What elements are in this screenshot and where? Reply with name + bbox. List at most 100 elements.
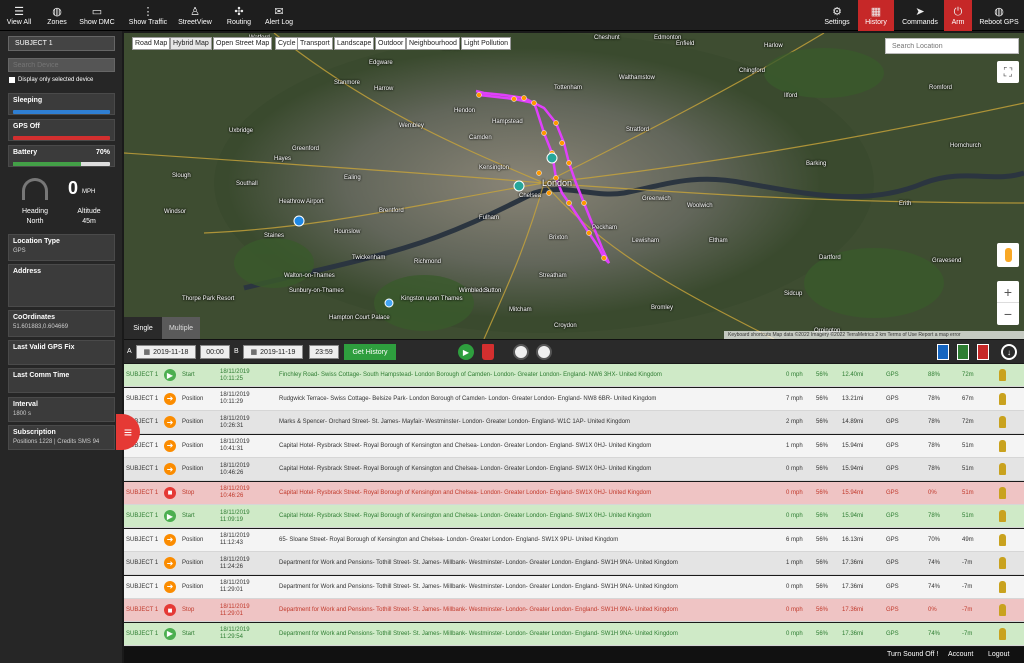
map-type-neighbourhood[interactable]: Neighbourhood <box>406 37 460 50</box>
history-table: ▶ SUBJECT 1 Start 18/11/2019 10:11:25 Finchl… <box>124 364 1024 647</box>
stop-event-icon: ■ <box>164 486 176 499</box>
subject-cell: SUBJECT 1 <box>126 513 159 519</box>
person-icon[interactable] <box>999 486 1006 499</box>
table-row[interactable]: ➜ SUBJECT 1 Position 18/11/2019 10:41:31 Cap… <box>124 434 1024 458</box>
person-icon[interactable] <box>999 463 1006 475</box>
account-link[interactable]: Account <box>948 651 973 658</box>
altitude-cell: 72m <box>962 419 974 425</box>
distance-cell: 17.36mi <box>842 630 864 637</box>
commands-button[interactable]: ➤ Commands <box>900 0 940 31</box>
altitude-cell: -7m <box>962 583 973 590</box>
show-dmc-button[interactable]: ▭ Show DMC <box>78 0 116 31</box>
person-icon[interactable] <box>999 416 1006 428</box>
start-date-input[interactable]: ▦ 2019-11-18 <box>136 345 196 359</box>
zoom-in-button[interactable]: + <box>997 281 1019 303</box>
person-icon[interactable] <box>999 580 1006 593</box>
battery-cell: 88% <box>928 372 941 378</box>
table-row[interactable]: ➜ SUBJECT 1 Position 18/11/2019 10:46:26 Cap… <box>124 458 1024 481</box>
map-type-light-pollution[interactable]: Light Pollution <box>461 37 511 50</box>
map-label: Greenford <box>292 146 320 152</box>
time-cell: 18/11/2019 11:09:19 <box>220 509 250 523</box>
hamburger-icon: ≡ <box>123 424 133 440</box>
zones-button[interactable]: ◍ Zones <box>44 0 70 31</box>
envelope-icon: ✉ <box>274 5 284 18</box>
play-button[interactable]: ▶ <box>458 344 474 360</box>
person-icon[interactable] <box>999 557 1006 569</box>
route-toggle-1[interactable] <box>513 344 529 360</box>
person-icon[interactable] <box>999 510 1006 522</box>
table-row[interactable]: ➜ SUBJECT 1 Position 18/11/2019 10:26:31 Mar… <box>124 411 1024 434</box>
person-icon[interactable] <box>999 533 1006 546</box>
time-cell: 18/11/2019 11:24:26 <box>220 556 250 570</box>
time-cell: 18/11/2019 11:29:54 <box>220 627 250 640</box>
event-cell: Position <box>182 560 204 566</box>
map-type-outdoor[interactable]: Outdoor <box>375 37 407 50</box>
show-traffic-button[interactable]: ⋮ Show Traffic <box>128 0 168 31</box>
map-type-landscape[interactable]: Landscape <box>334 37 375 50</box>
signal-cell: 56% <box>816 489 829 496</box>
event-cell: Position <box>182 442 204 449</box>
map-type-osm[interactable]: Open Street Map <box>213 37 273 50</box>
person-icon[interactable] <box>999 392 1006 405</box>
table-row[interactable]: ➜ SUBJECT 1 Position 18/11/2019 11:24:26 Dep… <box>124 552 1024 575</box>
tab-multiple[interactable]: Multiple <box>162 317 200 339</box>
reboot-gps-button[interactable]: ◍ Reboot GPS <box>978 0 1020 31</box>
signal-cell: 56% <box>816 395 829 402</box>
export-doc-button[interactable] <box>937 344 949 360</box>
map-type-hybrid[interactable]: Hybrid Map <box>170 37 212 50</box>
subject-select[interactable]: SUBJECT 1 <box>8 36 115 51</box>
settings-button[interactable]: ⚙ Settings <box>822 0 852 31</box>
play-icon: ▶ <box>462 347 470 357</box>
history-button[interactable]: ▦ History <box>858 0 894 31</box>
export-pdf-button[interactable] <box>977 344 989 360</box>
export-excel-button[interactable] <box>957 344 969 360</box>
calendar-icon: ▦ <box>250 349 258 356</box>
end-time-input[interactable]: 23:59 <box>309 345 339 359</box>
table-row[interactable]: ■ SUBJECT 1 Stop 18/11/2019 11:29:01 Departm… <box>124 599 1024 622</box>
fullscreen-button[interactable]: ⛶ <box>997 61 1019 83</box>
start-time-input[interactable]: 00:00 <box>200 345 230 359</box>
location-search-input[interactable] <box>885 38 1019 54</box>
route-toggle-2[interactable] <box>536 344 552 360</box>
get-history-button[interactable]: Get History <box>344 344 396 360</box>
zoom-out-button[interactable]: − <box>997 303 1019 324</box>
table-row[interactable]: ▶ SUBJECT 1 Start 18/11/2019 11:29:54 Depart… <box>124 622 1024 646</box>
person-icon[interactable] <box>999 369 1006 381</box>
map-label: Stanmore <box>334 80 361 86</box>
checkbox[interactable] <box>9 77 15 83</box>
signal-cell: 56% <box>816 607 829 613</box>
alert-log-button[interactable]: ✉ Alert Log <box>262 0 296 31</box>
map-type-transport[interactable]: Transport <box>297 37 333 50</box>
table-row[interactable]: ■ SUBJECT 1 Stop 18/11/2019 10:46:26 Capital… <box>124 481 1024 505</box>
display-only-selected[interactable]: Display only selected device <box>9 77 93 83</box>
delete-button[interactable] <box>482 344 494 360</box>
table-row[interactable]: ▶ SUBJECT 1 Start 18/11/2019 10:11:25 Finchl… <box>124 364 1024 387</box>
speed-cell: 0 mph <box>786 630 803 637</box>
altitude-cell: 72m <box>962 372 974 378</box>
download-button[interactable]: ↓ <box>1001 344 1017 360</box>
view-all-button[interactable]: ☰ View All <box>4 0 34 31</box>
map-label: Hounslow <box>334 229 361 235</box>
streetview-button[interactable]: ♙ StreetView <box>178 0 212 31</box>
table-row[interactable]: ▶ SUBJECT 1 Start 18/11/2019 11:09:19 Capita… <box>124 505 1024 528</box>
tab-single[interactable]: Single <box>124 317 162 339</box>
sound-toggle-link[interactable]: Turn Sound Off ! <box>887 651 938 658</box>
table-row[interactable]: ➜ SUBJECT 1 Position 18/11/2019 10:11:29 Rud… <box>124 387 1024 411</box>
person-icon[interactable] <box>999 604 1006 616</box>
pegman-button[interactable] <box>997 243 1019 267</box>
routing-button[interactable]: ✣ Routing <box>224 0 254 31</box>
distance-cell: 17.36mi <box>842 607 864 613</box>
map[interactable]: Edmonton Harrow Wembley Hendon Tottenham… <box>124 33 1024 339</box>
table-row[interactable]: ➜ SUBJECT 1 Position 18/11/2019 11:29:01 Dep… <box>124 575 1024 599</box>
map-type-road[interactable]: Road Map <box>132 37 171 50</box>
table-row[interactable]: ➜ SUBJECT 1 Position 18/11/2019 11:12:43 65-… <box>124 528 1024 552</box>
end-date-input[interactable]: ▦ 2019-11-19 <box>243 345 303 359</box>
map-type-cycle[interactable]: Cycle <box>275 37 299 50</box>
globe-icon: ◍ <box>994 5 1004 18</box>
logout-link[interactable]: Logout <box>988 651 1009 658</box>
person-icon[interactable] <box>999 627 1006 640</box>
device-search-input[interactable] <box>8 58 115 72</box>
arm-button[interactable]: ⏻ Arm <box>944 0 972 31</box>
person-icon[interactable] <box>999 439 1006 452</box>
last-gps-fix-box: Last Valid GPS Fix <box>8 340 115 365</box>
